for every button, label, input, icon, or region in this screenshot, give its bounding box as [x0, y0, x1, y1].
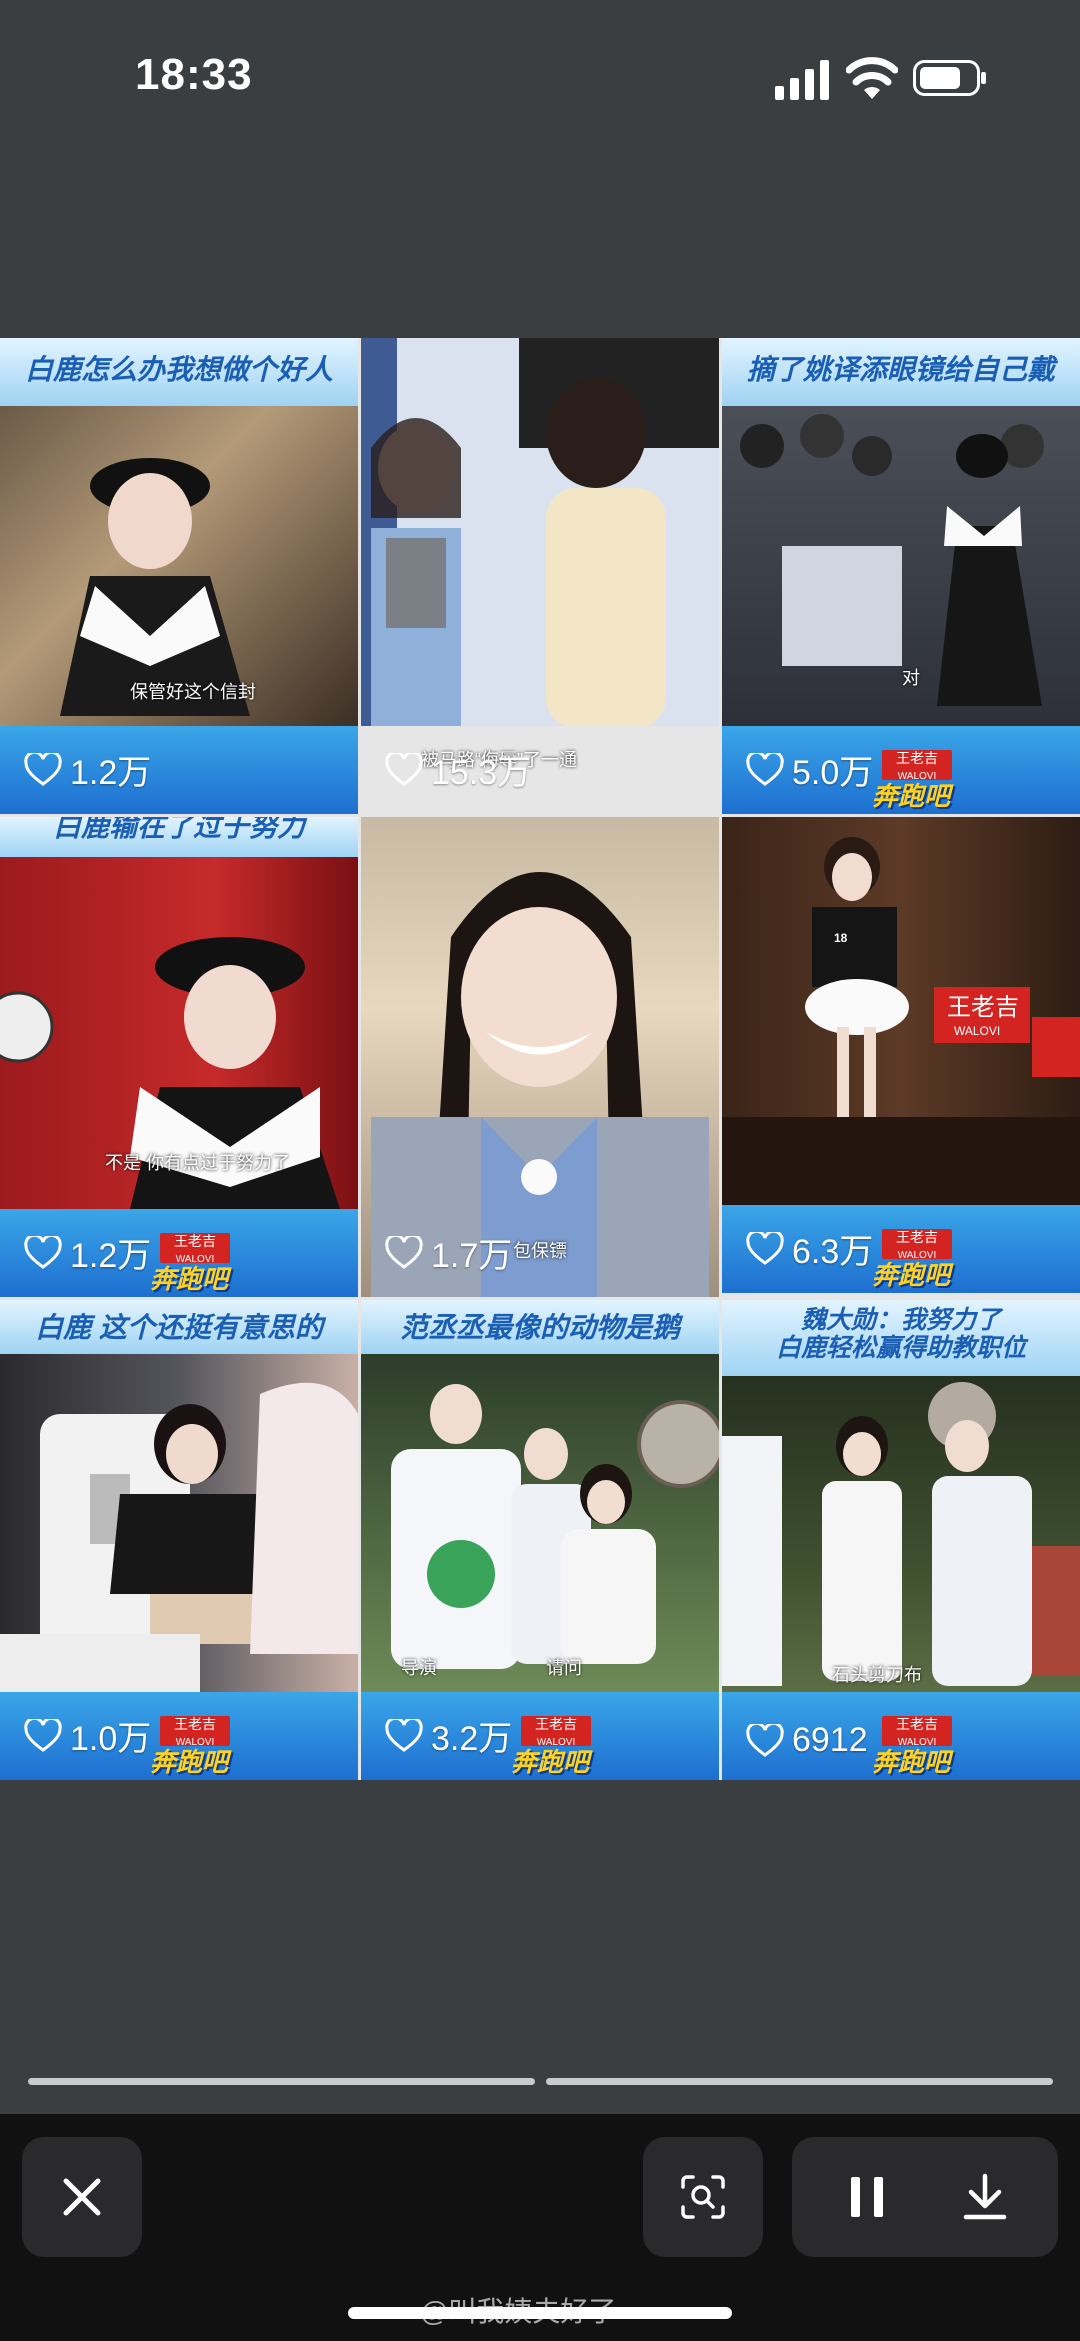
cellular-signal-icon: [775, 60, 829, 100]
wifi-icon: [846, 57, 898, 99]
logo-show-name: 奔跑吧: [150, 1747, 229, 1777]
download-icon[interactable]: [962, 2173, 1008, 2221]
tile-subtitle: 石头剪刀布: [832, 1665, 922, 1685]
heart-icon: [385, 1235, 423, 1269]
tile-banner: 5.0万 王老吉 WALOVI 奔跑吧: [722, 726, 1080, 814]
logo-show-name: 奔跑吧: [511, 1747, 590, 1777]
like-count-value: 1.2万: [70, 1237, 152, 1275]
heart-icon: [24, 1718, 62, 1752]
heart-icon: [385, 752, 423, 786]
status-time: 18:33: [135, 50, 253, 99]
tile-photo: 保管好这个信封: [0, 406, 358, 726]
heart-icon: [746, 1231, 784, 1265]
show-logo: 王老吉 WALOVI 奔跑吧: [511, 1716, 631, 1777]
tile-photo: 18 王老吉 WALOVI: [722, 817, 1080, 1205]
like-count: 1.7万: [385, 1228, 512, 1277]
show-logo: 王老吉 WALOVI 奔跑吧: [150, 1716, 270, 1777]
like-count: 1.2万: [24, 1228, 151, 1277]
like-count: 1.2万: [24, 745, 151, 794]
heart-icon: [746, 1723, 784, 1757]
logo-show-name: 奔跑吧: [872, 1260, 951, 1290]
like-count: 5.0万: [746, 745, 873, 794]
tile-photo: 不是 你有点过于努力了: [0, 857, 358, 1209]
tile-caption: 白鹿输在了过于努力: [0, 817, 358, 857]
tile-banner: 3.2万 王老吉 WALOVI 奔跑吧: [361, 1692, 719, 1780]
tile-photo: 对: [722, 406, 1080, 726]
battery-icon: [913, 60, 986, 96]
tile-photo: 被马路“侮辱”了一通: [361, 338, 719, 770]
tile-caption: 白鹿怎么办我想做个好人: [0, 338, 358, 406]
like-count-value: 3.2万: [431, 1720, 513, 1758]
video-tile-3[interactable]: 摘了姚译添眼镜给自己戴 对 5.0万 王老吉 WALOVI 奔跑吧: [722, 338, 1080, 814]
like-count-value: 6912: [792, 1721, 868, 1759]
video-tile-6[interactable]: 18 王老吉 WALOVI 6.3万 王老吉 WALOVI 奔跑吧: [722, 817, 1080, 1293]
tile-caption: 范丞丞最像的动物是鹅: [361, 1300, 719, 1354]
tile-subtitle: 包保镖: [513, 1241, 567, 1261]
show-logo: 王老吉 WALOVI 奔跑吧: [872, 750, 992, 811]
tile-photo: 石头剪刀布: [722, 1376, 1080, 1692]
like-count-value: 6.3万: [792, 1233, 874, 1271]
home-indicator[interactable]: [348, 2307, 732, 2319]
tile-photo: 包保镖: [361, 817, 719, 1297]
tile-caption: 魏大勋：我努力了 白鹿轻松赢得助教职位: [722, 1300, 1080, 1376]
video-tile-9[interactable]: 魏大勋：我努力了 白鹿轻松赢得助教职位 石头剪刀布 6912 王老吉 WALOVI: [722, 1300, 1080, 1780]
close-icon: [63, 2178, 101, 2216]
collage-image[interactable]: 白鹿怎么办我想做个好人 保管好这个信封 1.2万 被马路“侮辱”了一通 15.3…: [0, 338, 1080, 1780]
heart-icon: [385, 1718, 423, 1752]
page-progress-bar-1: [28, 2078, 535, 2085]
tile-banner: 6.3万 王老吉 WALOVI 奔跑吧: [722, 1205, 1080, 1293]
tile-subtitle: 导演: [401, 1658, 437, 1678]
tile-banner: 1.0万 王老吉 WALOVI 奔跑吧: [0, 1692, 358, 1780]
tile-banner: 1.2万: [0, 726, 358, 814]
logo-show-name: 奔跑吧: [872, 781, 951, 811]
tile-caption: 白鹿 这个还挺有意思的: [0, 1300, 358, 1354]
like-count-value: 15.3万: [431, 754, 532, 792]
show-logo: 王老吉 WALOVI 奔跑吧: [872, 1229, 992, 1290]
tile-subtitle: 不是 你有点过于努力了: [105, 1153, 290, 1173]
video-tile-8[interactable]: 范丞丞最像的动物是鹅 导演 请问 3.2万 王老吉 WALOVI 奔跑吧: [361, 1300, 719, 1780]
heart-icon: [24, 752, 62, 786]
page-progress-bar-2: [546, 2078, 1053, 2085]
like-count-value: 5.0万: [792, 754, 874, 792]
like-count-value: 1.2万: [70, 754, 152, 792]
like-count: 6.3万: [746, 1224, 873, 1273]
tile-banner: 6912 王老吉 WALOVI 奔跑吧: [722, 1692, 1080, 1780]
close-button[interactable]: [22, 2137, 142, 2257]
heart-icon: [746, 752, 784, 786]
heart-icon: [24, 1235, 62, 1269]
video-tile-4[interactable]: 白鹿输在了过于努力 不是 你有点过于努力了 1.2万 王老吉 WALOVI 奔跑吧: [0, 817, 358, 1297]
logo-show-name: 奔跑吧: [150, 1264, 229, 1294]
like-count: 6912: [746, 1721, 868, 1760]
logo-show-name: 奔跑吧: [872, 1747, 951, 1777]
tile-subtitle: 对: [902, 668, 920, 688]
like-count: 3.2万: [385, 1711, 512, 1760]
tile-banner: 1.2万 王老吉 WALOVI 奔跑吧: [0, 1209, 358, 1297]
status-bar: 18:33: [0, 0, 1080, 160]
video-tile-1[interactable]: 白鹿怎么办我想做个好人 保管好这个信封 1.2万: [0, 338, 358, 814]
tile-photo: 导演 请问: [361, 1354, 719, 1692]
show-logo: 王老吉 WALOVI 奔跑吧: [872, 1716, 992, 1777]
tile-caption: 摘了姚译添眼镜给自己戴: [722, 338, 1080, 406]
show-logo: 王老吉 WALOVI 奔跑吧: [150, 1233, 270, 1294]
tile-subtitle: 保管好这个信封: [130, 682, 256, 702]
like-count-value: 1.0万: [70, 1720, 152, 1758]
svg-text:WALOVI: WALOVI: [954, 1024, 1000, 1038]
video-tile-7[interactable]: 白鹿 这个还挺有意思的 1.0万 王老吉 WALOVI 奔跑吧: [0, 1300, 358, 1780]
video-tile-2[interactable]: 被马路“侮辱”了一通 15.3万: [361, 338, 719, 814]
like-count: 1.0万: [24, 1711, 151, 1760]
like-count: 15.3万: [385, 745, 531, 794]
svg-text:王老吉: 王老吉: [947, 993, 1019, 1021]
video-tile-5[interactable]: 包保镖 1.7万: [361, 817, 719, 1297]
lens-scan-icon: [681, 2175, 725, 2219]
pause-icon[interactable]: [847, 2175, 887, 2219]
svg-text:18: 18: [834, 931, 848, 945]
tile-photo: [0, 1354, 358, 1692]
tile-subtitle-2: 请问: [546, 1658, 582, 1678]
visual-search-button[interactable]: [643, 2137, 763, 2257]
playback-controls: [792, 2137, 1058, 2257]
like-count-value: 1.7万: [431, 1237, 513, 1275]
